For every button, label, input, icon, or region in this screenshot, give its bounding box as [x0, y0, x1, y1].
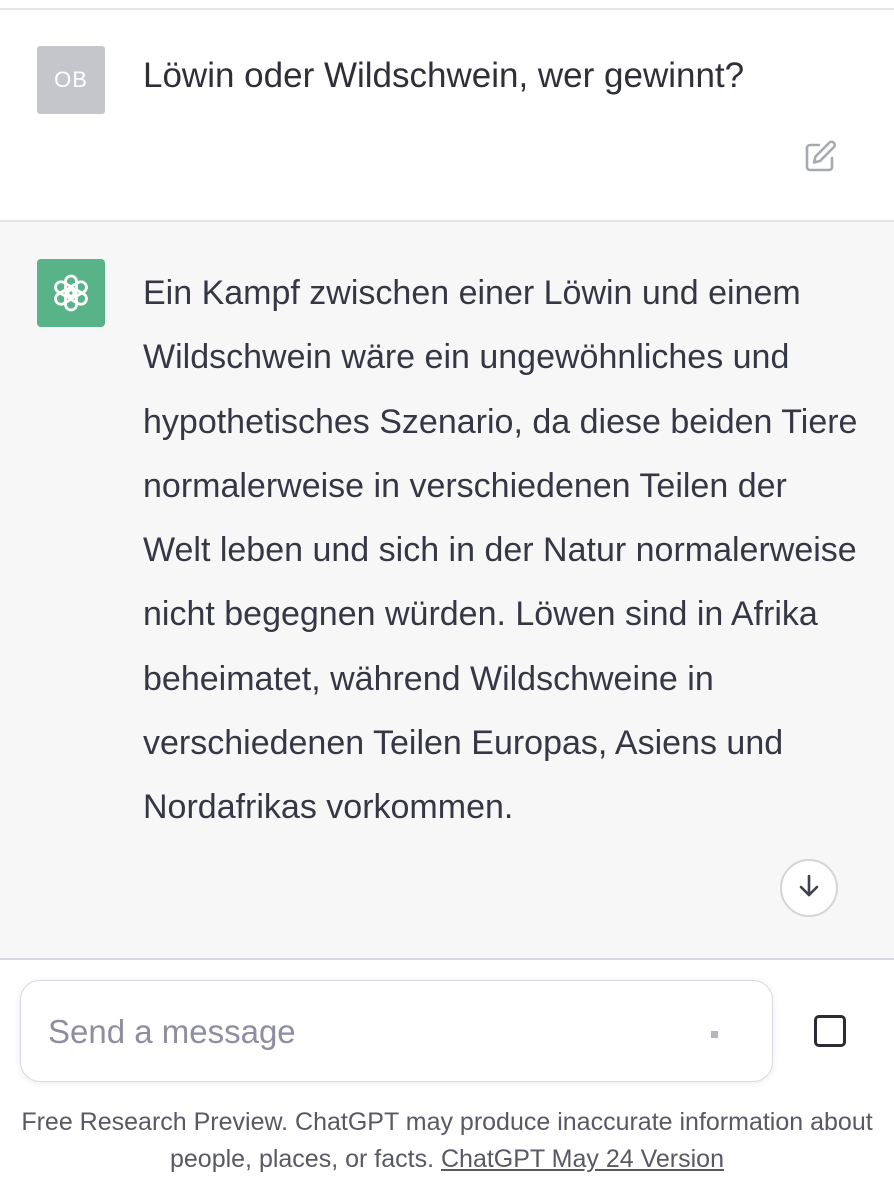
arrow-down-icon: [796, 873, 822, 904]
message-input[interactable]: [48, 1009, 688, 1055]
message-composer: [20, 980, 773, 1082]
avatar: OB: [37, 46, 105, 114]
stop-square-icon[interactable]: [814, 1015, 846, 1047]
scroll-to-bottom-button[interactable]: [780, 859, 838, 917]
user-message: OB Löwin oder Wildschwein, wer gewinnt?: [0, 10, 894, 220]
disclaimer-footer: Free Research Preview. ChatGPT may produ…: [0, 1104, 894, 1178]
version-link[interactable]: ChatGPT May 24 Version: [441, 1145, 724, 1173]
edit-icon[interactable]: [801, 138, 839, 176]
send-indicator-icon: [711, 1031, 718, 1038]
assistant-message-text: Ein Kampf zwischen einer Löwin und einem…: [143, 274, 858, 827]
composer-divider: [0, 958, 894, 960]
openai-logo-icon: [37, 259, 105, 327]
assistant-message: Ein Kampf zwischen einer Löwin und einem…: [0, 222, 894, 960]
user-message-text: Löwin oder Wildschwein, wer gewinnt?: [143, 56, 745, 95]
